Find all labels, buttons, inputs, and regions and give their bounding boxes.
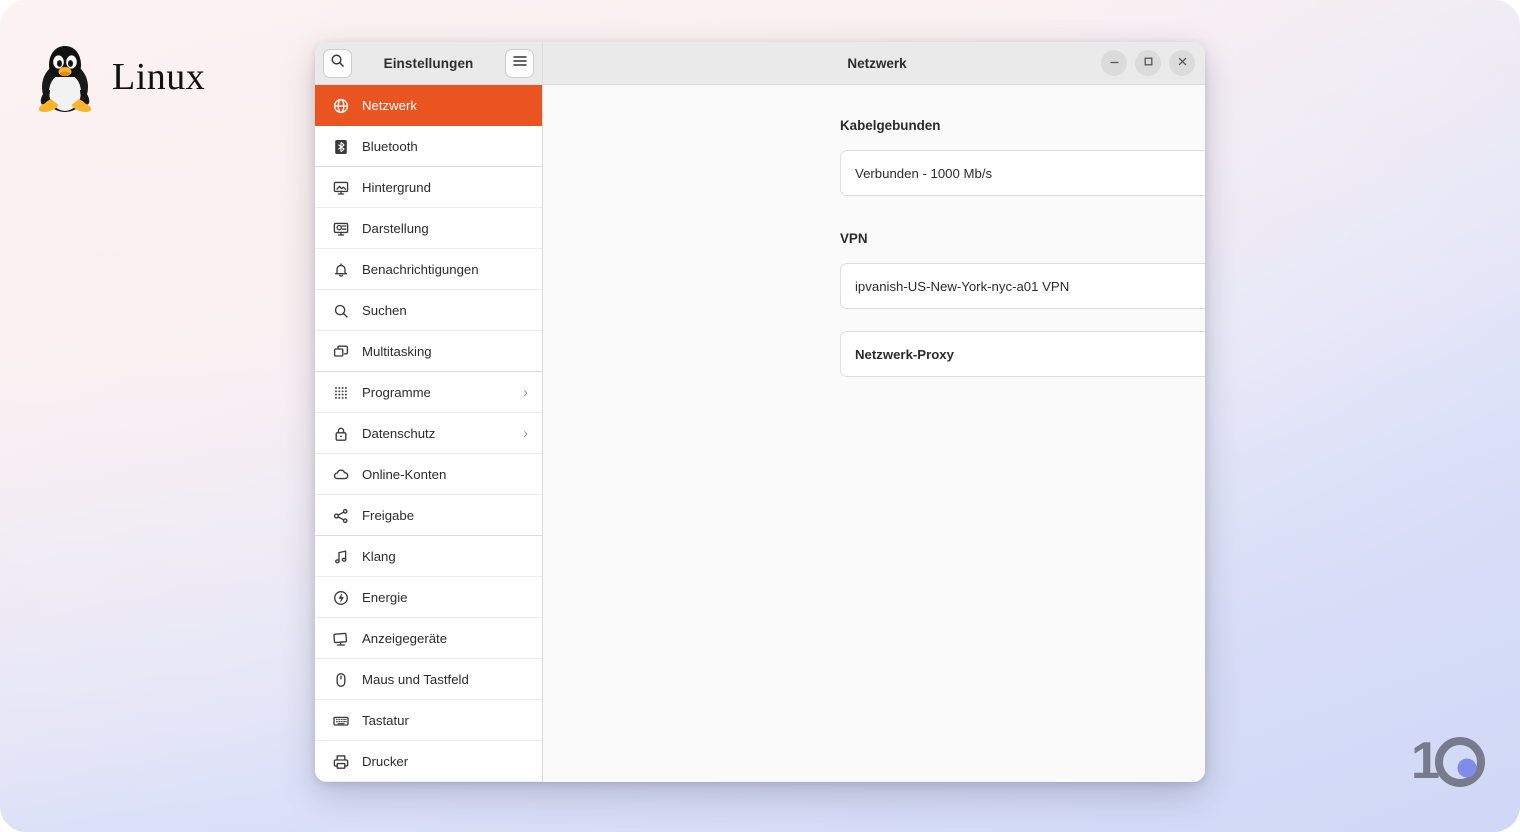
search-button[interactable] bbox=[323, 48, 352, 78]
watermark-logo: 1 bbox=[1411, 732, 1487, 795]
titlebar: Netzwerk bbox=[543, 42, 1205, 85]
search-icon bbox=[332, 302, 349, 319]
minimize-button[interactable] bbox=[1101, 50, 1127, 76]
close-icon bbox=[1177, 54, 1188, 72]
sidebar-item-datenschutz[interactable]: Datenschutz › bbox=[315, 413, 542, 454]
power-bolt-icon bbox=[332, 589, 349, 606]
sidebar-nav-list: Netzwerk Bluetooth Hintergrund Darstellung B… bbox=[315, 85, 542, 782]
cloud-icon bbox=[332, 466, 349, 483]
sidebar-item-label: Maus und Tastfeld bbox=[362, 672, 469, 687]
section-title: VPN bbox=[840, 230, 868, 246]
keyboard-icon bbox=[332, 712, 349, 729]
sidebar-item-label: Hintergrund bbox=[362, 180, 431, 195]
lock-icon bbox=[332, 425, 349, 442]
sidebar-item-freigabe[interactable]: Freigabe bbox=[315, 495, 542, 536]
bell-icon bbox=[332, 261, 349, 278]
sidebar-item-multitasking[interactable]: Multitasking bbox=[315, 331, 542, 372]
sidebar-item-netzwerk[interactable]: Netzwerk bbox=[315, 85, 542, 126]
sidebar-item-label: Netzwerk bbox=[362, 98, 417, 113]
sidebar-item-online-konten[interactable]: Online-Konten bbox=[315, 454, 542, 495]
sidebar-item-label: Online-Konten bbox=[362, 467, 447, 482]
settings-window: Einstellungen Netzwerk Bluetooth Hintergru… bbox=[315, 42, 1205, 782]
section-header: Kabelgebunden bbox=[840, 113, 1205, 137]
sidebar-item-label: Freigabe bbox=[362, 508, 415, 523]
row-label: Netzwerk-Proxy bbox=[855, 346, 954, 362]
brand-label: Linux bbox=[112, 56, 206, 98]
apps-grid-icon bbox=[332, 384, 349, 401]
sidebar-item-label: Datenschutz bbox=[362, 426, 436, 441]
sidebar-item-label: Darstellung bbox=[362, 221, 429, 236]
sidebar-item-label: Energie bbox=[362, 590, 408, 605]
settings-content: Kabelgebunden Verbunden - 1000 Mb/s VPN ipv… bbox=[543, 85, 1205, 782]
window-body: Einstellungen Netzwerk Bluetooth Hintergru… bbox=[315, 42, 1205, 782]
sidebar-item-drucker[interactable]: Drucker bbox=[315, 741, 542, 782]
share-nodes-icon bbox=[332, 507, 349, 524]
hamburger-menu-icon bbox=[512, 54, 527, 72]
minimize-icon bbox=[1109, 54, 1120, 72]
section-header: VPN bbox=[840, 226, 1205, 250]
sidebar-item-label: Klang bbox=[362, 549, 396, 564]
linux-brand: Linux bbox=[34, 40, 205, 114]
settings-row: ipvanish-US-New-York-nyc-a01 VPN bbox=[840, 263, 1205, 309]
sidebar-item-label: Drucker bbox=[362, 754, 409, 769]
sidebar-item-label: Benachrichtigungen bbox=[362, 262, 479, 277]
sidebar-item-programme[interactable]: Programme › bbox=[315, 372, 542, 413]
sidebar-title: Einstellungen bbox=[383, 55, 474, 71]
close-button[interactable] bbox=[1169, 50, 1195, 76]
menu-button[interactable] bbox=[505, 48, 534, 78]
sidebar-item-bluetooth[interactable]: Bluetooth bbox=[315, 126, 542, 167]
row-label: Verbunden - 1000 Mb/s bbox=[855, 165, 993, 181]
content-column: Kabelgebunden Verbunden - 1000 Mb/s VPN ipv… bbox=[840, 113, 1205, 377]
appearance-icon bbox=[332, 220, 349, 237]
sidebar: Einstellungen Netzwerk Bluetooth Hintergru… bbox=[315, 42, 543, 782]
sidebar-item-suchen[interactable]: Suchen bbox=[315, 290, 542, 331]
printer-icon bbox=[332, 753, 349, 770]
search-icon bbox=[330, 53, 345, 73]
page-title: Netzwerk bbox=[847, 55, 907, 71]
mouse-icon bbox=[332, 671, 349, 688]
sidebar-item-maus-und-tastfeld[interactable]: Maus und Tastfeld bbox=[315, 659, 542, 700]
sidebar-item-label: Suchen bbox=[362, 303, 407, 318]
sidebar-item-label: Programme bbox=[362, 385, 431, 400]
row-label: ipvanish-US-New-York-nyc-a01 VPN bbox=[855, 278, 1070, 294]
sidebar-item-anzeigeger-te[interactable]: Anzeigegeräte bbox=[315, 618, 542, 659]
chevron-right-icon: › bbox=[523, 384, 528, 401]
maximize-button[interactable] bbox=[1135, 50, 1161, 76]
network-globe-icon bbox=[332, 97, 349, 114]
display-icon bbox=[332, 630, 349, 647]
maximize-icon bbox=[1143, 54, 1154, 72]
sidebar-item-label: Bluetooth bbox=[362, 139, 418, 154]
chevron-right-icon: › bbox=[523, 425, 528, 442]
sidebar-item-label: Tastatur bbox=[362, 713, 409, 728]
sidebar-header: Einstellungen bbox=[315, 42, 542, 85]
multitasking-windows-icon bbox=[332, 343, 349, 360]
sidebar-item-klang[interactable]: Klang bbox=[315, 536, 542, 577]
settings-row: Netzwerk-ProxyAus bbox=[840, 331, 1205, 377]
bluetooth-icon bbox=[332, 138, 349, 155]
music-note-icon bbox=[332, 548, 349, 565]
sidebar-item-energie[interactable]: Energie bbox=[315, 577, 542, 618]
sidebar-item-label: Anzeigegeräte bbox=[362, 631, 448, 646]
section-title: Kabelgebunden bbox=[840, 117, 941, 133]
window-controls bbox=[1101, 50, 1195, 76]
main-pane: Netzwerk Kabelgebunden Verbunden - 1000 … bbox=[543, 42, 1205, 782]
sidebar-item-darstellung[interactable]: Darstellung bbox=[315, 208, 542, 249]
sidebar-item-benachrichtigungen[interactable]: Benachrichtigungen bbox=[315, 249, 542, 290]
sidebar-item-tastatur[interactable]: Tastatur bbox=[315, 700, 542, 741]
sidebar-item-label: Multitasking bbox=[362, 344, 432, 359]
settings-row: Verbunden - 1000 Mb/s bbox=[840, 150, 1205, 196]
tux-penguin-icon bbox=[34, 40, 96, 114]
divider bbox=[315, 781, 542, 782]
wallpaper-monitor-icon bbox=[332, 179, 349, 196]
sidebar-item-hintergrund[interactable]: Hintergrund bbox=[315, 167, 542, 208]
